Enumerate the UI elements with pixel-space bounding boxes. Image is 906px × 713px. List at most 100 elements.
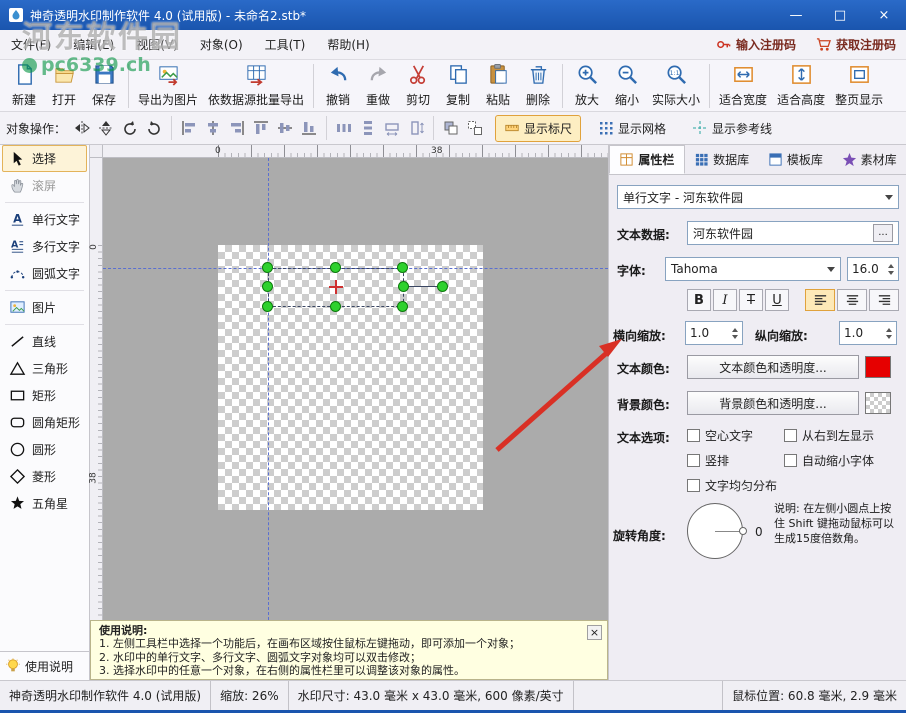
distribute-horizontal-button[interactable] bbox=[332, 115, 356, 141]
fit-width-button[interactable]: 适合宽度 bbox=[714, 62, 772, 110]
spinner-up-icon[interactable] bbox=[888, 264, 894, 268]
flip-horizontal-button[interactable] bbox=[70, 115, 94, 141]
align-text-left-button[interactable] bbox=[805, 289, 835, 311]
align-vertical-center-button[interactable] bbox=[273, 115, 297, 141]
menu-file[interactable]: 文件(F) bbox=[0, 30, 62, 59]
tool-star[interactable]: 五角星 bbox=[2, 490, 87, 517]
maximize-button[interactable]: □ bbox=[818, 0, 862, 30]
same-width-button[interactable] bbox=[380, 115, 404, 141]
menu-object[interactable]: 对象(O) bbox=[189, 30, 254, 59]
same-height-button[interactable] bbox=[404, 115, 428, 141]
spinner-down-icon[interactable] bbox=[732, 335, 738, 339]
selection-handle-top-center[interactable] bbox=[330, 262, 341, 273]
get-register-code-link[interactable]: 获取注册码 bbox=[806, 36, 906, 53]
copy-button[interactable]: 复制 bbox=[438, 62, 478, 110]
auto-shrink-font-checkbox[interactable]: 自动缩小字体 bbox=[784, 452, 874, 469]
group-button[interactable] bbox=[439, 115, 463, 141]
background-color-swatch[interactable] bbox=[865, 392, 891, 414]
open-button[interactable]: 打开 bbox=[44, 62, 84, 110]
tab-properties[interactable]: 属性栏 bbox=[609, 145, 685, 174]
canvas-viewport[interactable] bbox=[103, 158, 608, 620]
selection-handle-middle-right[interactable] bbox=[398, 281, 409, 292]
selection-handle-top-left[interactable] bbox=[262, 262, 273, 273]
delete-button[interactable]: 删除 bbox=[518, 62, 558, 110]
tool-rectangle[interactable]: 矩形 bbox=[2, 382, 87, 409]
tool-image[interactable]: 图片 bbox=[2, 294, 87, 321]
menu-tools[interactable]: 工具(T) bbox=[254, 30, 317, 59]
selection-handle-middle-left[interactable] bbox=[262, 281, 273, 292]
tab-templates[interactable]: 模板库 bbox=[759, 145, 833, 174]
export-image-button[interactable]: 导出为图片 bbox=[133, 62, 203, 110]
enter-register-code-link[interactable]: 输入注册码 bbox=[706, 36, 806, 53]
show-grid-toggle[interactable]: 显示网格 bbox=[589, 115, 675, 142]
fit-height-button[interactable]: 适合高度 bbox=[772, 62, 830, 110]
batch-export-button[interactable]: 依数据源批量导出 bbox=[203, 62, 309, 110]
checkbox-icon[interactable] bbox=[784, 429, 797, 442]
whole-page-button[interactable]: 整页显示 bbox=[830, 62, 888, 110]
selection-handle-bottom-center[interactable] bbox=[330, 301, 341, 312]
justify-text-checkbox[interactable]: 文字均匀分布 bbox=[687, 477, 777, 494]
undo-button[interactable]: 撤销 bbox=[318, 62, 358, 110]
spinner-down-icon[interactable] bbox=[888, 271, 894, 275]
align-left-button[interactable] bbox=[177, 115, 201, 141]
hollow-text-checkbox[interactable]: 空心文字 bbox=[687, 427, 753, 444]
rotate-left-button[interactable] bbox=[118, 115, 142, 141]
text-color-swatch[interactable] bbox=[865, 356, 891, 378]
text-data-input[interactable]: 河东软件园 ... bbox=[687, 221, 899, 245]
usage-help-button[interactable]: 使用说明 bbox=[0, 651, 89, 680]
show-ruler-toggle[interactable]: 显示标尺 bbox=[495, 115, 581, 142]
background-color-button[interactable]: 背景颜色和透明度... bbox=[687, 391, 859, 415]
tool-line[interactable]: 直线 bbox=[2, 328, 87, 355]
spinner-up-icon[interactable] bbox=[732, 328, 738, 332]
vertical-guide-line[interactable] bbox=[268, 158, 269, 620]
menu-view[interactable]: 视图(V) bbox=[125, 30, 189, 59]
selection-handle-bottom-right[interactable] bbox=[397, 301, 408, 312]
menu-edit[interactable]: 编辑(E) bbox=[62, 30, 125, 59]
flip-vertical-button[interactable] bbox=[94, 115, 118, 141]
distribute-vertical-button[interactable] bbox=[356, 115, 380, 141]
tool-rounded-rectangle[interactable]: 圆角矩形 bbox=[2, 409, 87, 436]
ungroup-button[interactable] bbox=[463, 115, 487, 141]
align-right-button[interactable] bbox=[225, 115, 249, 141]
tool-circle[interactable]: 圆形 bbox=[2, 436, 87, 463]
actual-size-button[interactable]: 1:1实际大小 bbox=[647, 62, 705, 110]
cut-button[interactable]: 剪切 bbox=[398, 62, 438, 110]
align-bottom-button[interactable] bbox=[297, 115, 321, 141]
right-to-left-checkbox[interactable]: 从右到左显示 bbox=[784, 427, 874, 444]
object-selector-dropdown[interactable]: 单行文字 - 河东软件园 bbox=[617, 185, 899, 209]
vertical-text-checkbox[interactable]: 竖排 bbox=[687, 452, 729, 469]
redo-button[interactable]: 重做 bbox=[358, 62, 398, 110]
checkbox-icon[interactable] bbox=[687, 429, 700, 442]
font-dropdown[interactable]: Tahoma bbox=[665, 257, 841, 281]
spinner-up-icon[interactable] bbox=[886, 328, 892, 332]
rotation-handle[interactable] bbox=[437, 281, 448, 292]
text-data-browse-button[interactable]: ... bbox=[873, 224, 893, 242]
checkbox-icon[interactable] bbox=[687, 479, 700, 492]
close-button[interactable]: × bbox=[862, 0, 906, 30]
menu-help[interactable]: 帮助(H) bbox=[316, 30, 380, 59]
selection-handle-bottom-left[interactable] bbox=[262, 301, 273, 312]
tool-arc-text[interactable]: 圆弧文字 bbox=[2, 260, 87, 287]
text-color-button[interactable]: 文本颜色和透明度... bbox=[687, 355, 859, 379]
bold-button[interactable]: B bbox=[687, 289, 711, 311]
selection-handle-top-right[interactable] bbox=[397, 262, 408, 273]
tool-triangle[interactable]: 三角形 bbox=[2, 355, 87, 382]
align-horizontal-center-button[interactable] bbox=[201, 115, 225, 141]
tool-single-line-text[interactable]: A单行文字 bbox=[2, 206, 87, 233]
underline-button[interactable]: U bbox=[765, 289, 789, 311]
rotation-dial-handle[interactable] bbox=[739, 527, 747, 535]
rotate-right-button[interactable] bbox=[142, 115, 166, 141]
zoom-out-button[interactable]: 缩小 bbox=[607, 62, 647, 110]
tab-materials[interactable]: 素材库 bbox=[832, 145, 906, 174]
close-instructions-button[interactable]: × bbox=[587, 625, 602, 640]
tool-multi-line-text[interactable]: A多行文字 bbox=[2, 233, 87, 260]
tool-select[interactable]: 选择 bbox=[2, 145, 87, 172]
tab-database[interactable]: 数据库 bbox=[685, 145, 759, 174]
new-button[interactable]: 新建 bbox=[4, 62, 44, 110]
show-guides-toggle[interactable]: 显示参考线 bbox=[683, 115, 781, 142]
checkbox-icon[interactable] bbox=[784, 454, 797, 467]
save-button[interactable]: 保存 bbox=[84, 62, 124, 110]
zoom-in-button[interactable]: 放大 bbox=[567, 62, 607, 110]
tool-pan[interactable]: 滚屏 bbox=[2, 172, 87, 199]
font-size-spinner[interactable]: 16.0 bbox=[847, 257, 899, 281]
